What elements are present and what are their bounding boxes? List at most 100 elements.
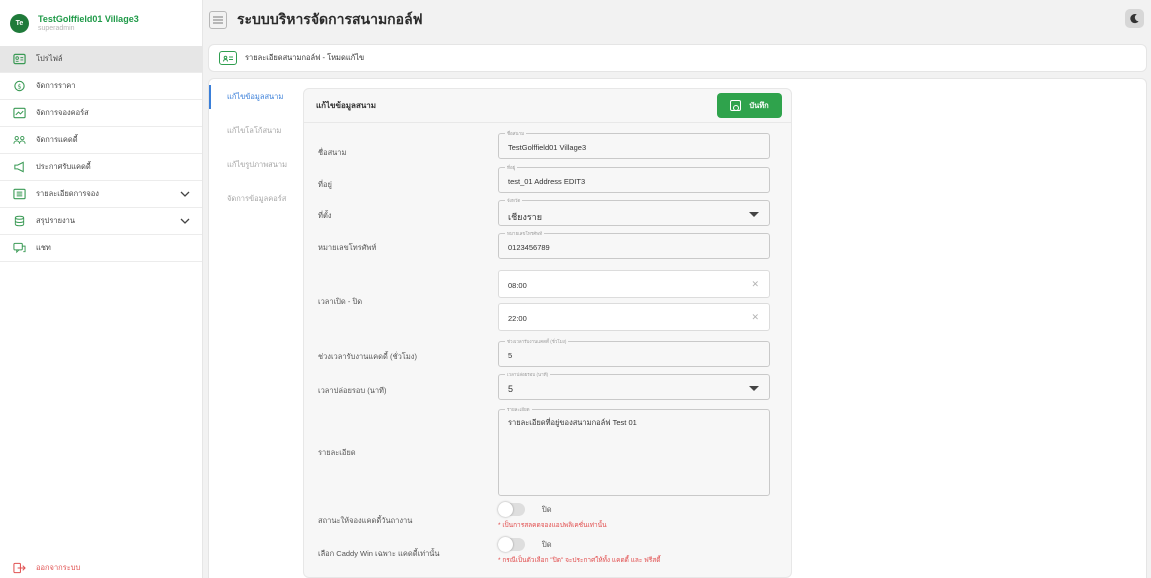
dollar-circle-icon: $ [12, 80, 26, 92]
tab-edit-images[interactable]: แก้ไขรูปภาพสนาม [209, 148, 299, 182]
sidebar-item-label: จัดการจองคอร์ส [36, 108, 89, 117]
user-name: TestGolffield01 Village3 [38, 14, 139, 24]
toggle2-state: ปิด [542, 540, 552, 549]
chevron-down-icon[interactable] [180, 189, 190, 199]
field-legend: ชื่อสนาม [505, 130, 527, 137]
sidebar-item-label: สรุปรายงาน [36, 216, 76, 225]
toggle1-label: สถานะให้จองแคดดี้วันถางาน [318, 516, 413, 525]
caddy-hours-input[interactable]: ช่วงเวลารับงานแคดดี้ (ชั่วโมง) 5 [498, 338, 770, 367]
toggle1-switch[interactable] [498, 502, 525, 517]
tab-manage-courses[interactable]: จัดการข้อมูลคอร์ส [209, 182, 299, 216]
logout-button[interactable]: ออกจากระบบ [12, 560, 80, 576]
toggle2-switch[interactable] [498, 537, 525, 552]
sidebar-item-profile[interactable]: โปรไฟล์ [0, 46, 202, 73]
details-textarea[interactable]: รายละเอียด รายละเอียดที่อยู่ของสนามกอล์ฟ… [498, 406, 770, 496]
sidebar-item-caddy-announce[interactable]: ประกาศรับแคดดี้ [0, 154, 202, 181]
list-icon [12, 188, 26, 200]
caddy-hours-label: ช่วงเวลารับงานแคดดี้ (ชั่วโมง) [318, 352, 417, 361]
phone-input[interactable]: หมายเลขโทรศัพท์ 0123456789 [498, 230, 770, 259]
save-label: บันทึก [749, 100, 769, 110]
open-time-input[interactable]: 08:00 ✕ [498, 270, 770, 298]
release-label: เวลาปล่อยรอบ (นาที) [318, 386, 387, 395]
database-icon [12, 215, 26, 227]
field-value: เชียงราย [508, 212, 543, 222]
avatar[interactable]: Te [10, 13, 29, 33]
field-legend: รายละเอียด [505, 406, 532, 413]
main-panel: แก้ไขข้อมูลสนาม แก้ไขโลโก้สนาม แก้ไขรูปภ… [208, 78, 1147, 578]
sidebar-item-booking-details[interactable]: รายละเอียดการจอง [0, 181, 202, 208]
edit-form: แก้ไขข้อมูลสนาม บันทึก ชื่อสนาม ชื่อสนาม… [303, 88, 792, 578]
page-title: ระบบบริหารจัดการสนามกอล์ฟ [237, 11, 423, 27]
tab-edit-logo[interactable]: แก้ไขโลโก้สนาม [209, 114, 299, 148]
sidebar-item-label: แชท [36, 243, 51, 252]
sidebar-item-label: จัดการแคดดี้ [36, 135, 78, 144]
sidebar-item-label: จัดการราคา [36, 81, 76, 90]
field-value: test_01 Address EDIT3 [508, 177, 586, 186]
menu-toggle-icon[interactable] [209, 11, 227, 29]
sidebar: Te TestGolffield01 Village3 superadmin โ… [0, 0, 203, 578]
topbar: ระบบบริหารจัดการสนามกอล์ฟ [204, 0, 1151, 40]
toggle1-note: * เป็นการสลคดจองแอปพลิเคชั่นเท่านั้น [498, 522, 607, 529]
field-legend: จังหวัด [505, 197, 523, 204]
id-card-icon [12, 53, 26, 65]
field-legend: ช่วงเวลารับงานแคดดี้ (ชั่วโมง) [505, 338, 569, 345]
field-legend: เวลาปล่อยรอบ (นาที) [505, 371, 551, 378]
svg-text:$: $ [17, 82, 21, 90]
toggle2-note: * กรณีเป็นตัวเลือก "ปิด" จะประกาศให้ทั้ง… [498, 557, 661, 564]
field-name-label: ชื่อสนาม [318, 148, 347, 157]
field-value: 5 [508, 384, 514, 394]
save-icon [730, 100, 742, 111]
field-value: TestGolffield01 Village3 [508, 143, 587, 152]
field-value: รายละเอียดที่อยู่ของสนามกอล์ฟ Test 01 [508, 418, 637, 427]
field-value: 0123456789 [508, 243, 550, 252]
form-header: แก้ไขข้อมูลสนาม บันทึก [304, 89, 791, 123]
logout-icon [12, 562, 26, 574]
dark-mode-icon[interactable] [1125, 9, 1144, 28]
id-card-icon [219, 51, 237, 65]
field-legend: หมายเลขโทรศัพท์ [505, 230, 545, 237]
field-value: 22:00 [508, 314, 527, 323]
megaphone-icon [12, 161, 26, 173]
section-tabs: แก้ไขข้อมูลสนาม แก้ไขโลโก้สนาม แก้ไขรูปภ… [209, 85, 299, 216]
province-label: ที่ตั้ง [318, 211, 332, 220]
field-value: 08:00 [508, 281, 527, 290]
field-value: 5 [508, 351, 513, 360]
sidebar-item-pricing[interactable]: $ จัดการราคา [0, 73, 202, 100]
user-info: TestGolffield01 Village3 superadmin [38, 14, 139, 32]
form-title: แก้ไขข้อมูลสนาม [316, 101, 377, 110]
release-select[interactable]: เวลาปล่อยรอบ (นาที) 5 [498, 371, 770, 400]
sidebar-item-caddy[interactable]: จัดการแคดดี้ [0, 127, 202, 154]
toggle1-state: ปิด [542, 505, 552, 514]
address-label: ที่อยู่ [318, 180, 332, 189]
clear-icon[interactable]: ✕ [751, 312, 759, 323]
details-label: รายละเอียด [318, 448, 356, 457]
dropdown-arrow-icon [749, 212, 759, 217]
sidebar-item-course-booking[interactable]: จัดการจองคอร์ส [0, 100, 202, 127]
chart-icon [12, 107, 26, 119]
dropdown-arrow-icon [749, 386, 759, 391]
tab-edit-field-info[interactable]: แก้ไขข้อมูลสนาม [209, 85, 299, 109]
field-name-input[interactable]: ชื่อสนาม TestGolffield01 Village3 [498, 130, 770, 159]
sidebar-item-label: รายละเอียดการจอง [36, 189, 99, 198]
address-input[interactable]: ที่อยู่ test_01 Address EDIT3 [498, 164, 770, 193]
logout-label: ออกจากระบบ [36, 563, 81, 572]
chevron-down-icon[interactable] [180, 216, 190, 226]
clear-icon[interactable]: ✕ [751, 279, 759, 290]
province-select[interactable]: จังหวัด เชียงราย [498, 197, 770, 226]
sidebar-item-label: โปรไฟล์ [36, 54, 63, 63]
close-time-input[interactable]: 22:00 ✕ [498, 303, 770, 331]
users-icon [12, 134, 26, 146]
sidebar-item-label: ประกาศรับแคดดี้ [36, 162, 91, 171]
save-button[interactable]: บันทึก [717, 93, 782, 118]
phone-label: หมายเลขโทรศัพท์ [318, 243, 377, 252]
sidebar-item-chat[interactable]: แชท [0, 235, 202, 262]
user-role: superadmin [38, 25, 75, 32]
hours-label: เวลาเปิด - ปิด [318, 297, 363, 306]
field-legend: ที่อยู่ [505, 164, 518, 171]
chat-icon [12, 242, 26, 254]
sidebar-item-report[interactable]: สรุปรายงาน [0, 208, 202, 235]
breadcrumb: รายละเอียดสนามกอล์ฟ - โหมดแก้ไข [208, 44, 1147, 72]
toggle2-label: เลือก Caddy Win เฉพาะ แคดดี้เท่านั้น [318, 549, 440, 558]
user-header: Te TestGolffield01 Village3 superadmin [0, 0, 202, 46]
breadcrumb-label: รายละเอียดสนามกอล์ฟ - โหมดแก้ไข [245, 53, 365, 62]
